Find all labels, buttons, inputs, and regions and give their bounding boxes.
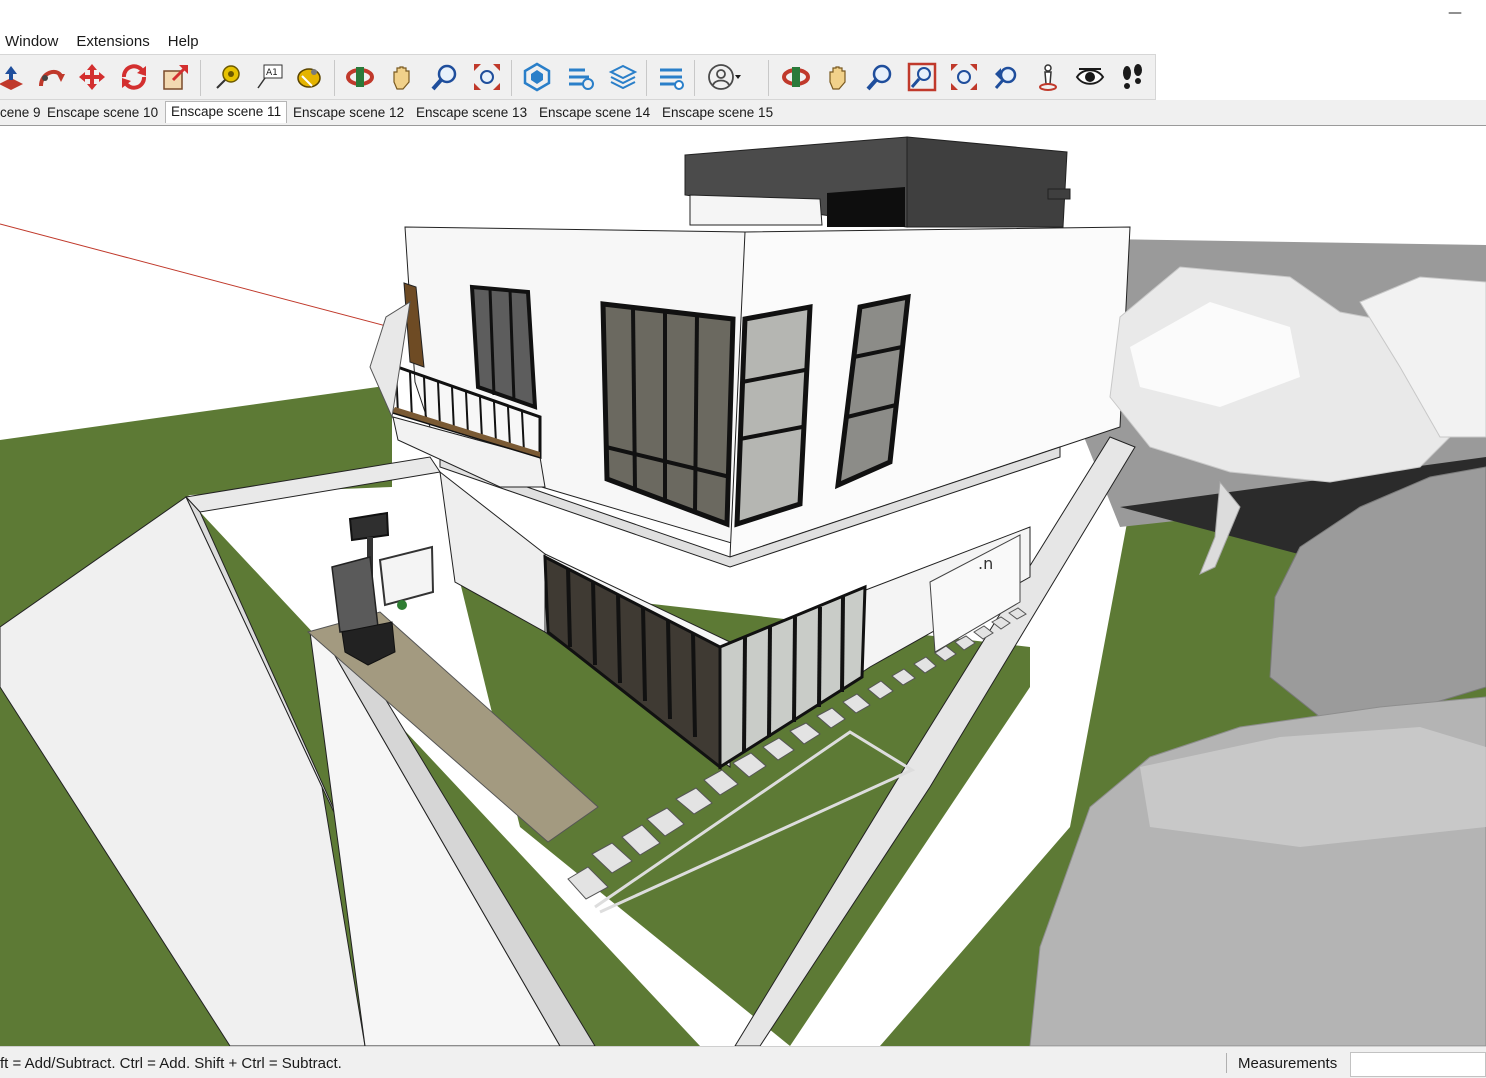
svg-text:A1: A1 <box>266 68 278 78</box>
orbit-icon <box>782 67 810 87</box>
look-around-icon <box>1075 68 1105 85</box>
tab-scene-13[interactable]: Enscape scene 13 <box>411 103 532 125</box>
tape-measure-tool[interactable] <box>208 59 244 95</box>
house-model: .n <box>0 136 1486 1046</box>
previous-view-tool[interactable] <box>988 59 1024 95</box>
status-hint: ft = Add/Subtract. Ctrl = Add. Shift + C… <box>0 1055 342 1072</box>
orbit-tool-2[interactable] <box>778 59 814 95</box>
zoom-window-icon <box>907 62 937 92</box>
enscape-settings-tool[interactable] <box>653 59 689 95</box>
minimize-icon: — <box>1448 5 1462 21</box>
model-viewport[interactable]: .n <box>0 127 1486 1046</box>
window-tall-left <box>469 284 538 410</box>
status-bar: ft = Add/Subtract. Ctrl = Add. Shift + C… <box>0 1046 1486 1078</box>
scale-tool[interactable] <box>158 59 194 95</box>
tape-measure-icon <box>216 65 240 89</box>
rotate-tool[interactable] <box>116 59 152 95</box>
zoom-tool[interactable] <box>427 59 463 95</box>
zoom-tool-2[interactable] <box>862 59 898 95</box>
roof-opening <box>689 194 823 226</box>
text-icon: A1 <box>257 64 283 89</box>
user-account-button[interactable] <box>702 59 746 95</box>
text-tool[interactable]: A1 <box>251 59 287 95</box>
enscape-settings-icon <box>660 68 684 90</box>
walk-icon <box>1123 64 1142 89</box>
rotate-icon <box>122 64 146 90</box>
position-camera-tool[interactable] <box>1030 59 1066 95</box>
look-around-tool[interactable] <box>1072 59 1108 95</box>
scene-tabs: cene 9 Enscape scene 10 Enscape scene 11… <box>0 100 1486 126</box>
roof-vent <box>1047 188 1071 200</box>
menu-help[interactable]: Help <box>159 30 208 54</box>
menu-extensions[interactable]: Extensions <box>67 30 158 54</box>
roof-box-side <box>906 136 1068 228</box>
position-camera-icon <box>1039 64 1057 91</box>
pan-icon <box>829 66 846 90</box>
tab-scene-11[interactable]: Enscape scene 11 <box>165 101 288 123</box>
user-account-icon <box>708 64 741 90</box>
previous-view-icon <box>994 66 1017 89</box>
zoom-icon <box>866 64 892 91</box>
zoom-extents-tool[interactable] <box>469 59 505 95</box>
model-label: .n <box>978 554 993 573</box>
move-tool[interactable] <box>74 59 110 95</box>
paint-bucket-tool[interactable] <box>291 59 327 95</box>
orbit-tool[interactable] <box>342 59 378 95</box>
title-bar: — <box>0 0 1486 30</box>
paint-bucket-icon <box>297 68 321 88</box>
zoom-extents-icon <box>951 64 977 90</box>
tab-scene-14[interactable]: Enscape scene 14 <box>534 103 655 125</box>
enscape-layers-icon <box>608 64 638 90</box>
push-pull-tool[interactable] <box>0 59 28 95</box>
measurements-label: Measurements <box>1238 1055 1338 1072</box>
zoom-extents-icon <box>474 64 500 90</box>
orbit-icon <box>346 67 374 87</box>
menu-bar: Window Extensions Help <box>0 30 1486 54</box>
walk-tool[interactable] <box>1114 59 1150 95</box>
scale-icon <box>163 64 189 90</box>
move-icon <box>79 64 105 90</box>
push-pull-icon <box>0 66 23 90</box>
status-divider <box>1226 1053 1227 1073</box>
pan-icon <box>393 66 410 90</box>
main-toolbar: A1 <box>0 54 1156 100</box>
pan-tool[interactable] <box>384 59 420 95</box>
zoom-icon <box>431 64 457 91</box>
enscape-sync-icon <box>569 68 594 90</box>
follow-me-tool[interactable] <box>32 59 68 95</box>
measurements-input[interactable] <box>1350 1052 1486 1077</box>
enscape-start-tool[interactable] <box>519 59 555 95</box>
red-axis-line <box>0 223 391 328</box>
roof-door <box>827 187 905 227</box>
zoom-extents-tool-2[interactable] <box>946 59 982 95</box>
enscape-start-icon <box>523 62 551 92</box>
zoom-window-tool[interactable] <box>904 59 940 95</box>
pan-tool-2[interactable] <box>820 59 856 95</box>
tab-scene-9[interactable]: cene 9 <box>0 103 46 125</box>
window-corner-right <box>734 303 813 528</box>
enscape-layers-tool[interactable] <box>605 59 641 95</box>
tab-scene-15[interactable]: Enscape scene 15 <box>657 103 778 125</box>
minimize-button[interactable]: — <box>1432 0 1478 26</box>
menu-window[interactable]: Window <box>0 30 67 54</box>
basketball-hoop <box>331 511 435 666</box>
tab-scene-12[interactable]: Enscape scene 12 <box>288 103 409 125</box>
tab-scene-10[interactable]: Enscape scene 10 <box>42 103 163 125</box>
enscape-sync-tool[interactable] <box>562 59 598 95</box>
follow-me-icon <box>39 69 65 87</box>
